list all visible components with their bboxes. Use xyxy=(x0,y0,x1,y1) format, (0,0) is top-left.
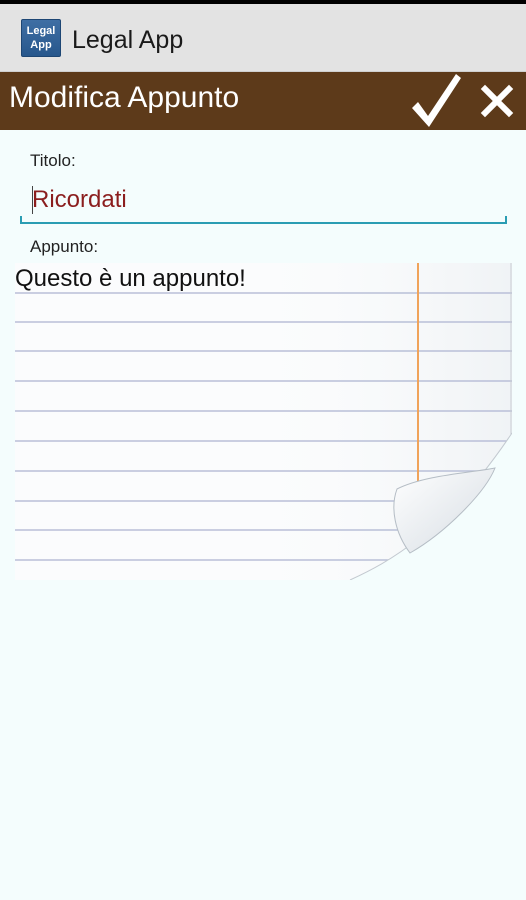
note-label: Appunto: xyxy=(30,237,99,256)
title-label: Titolo: xyxy=(30,151,76,170)
app-logo-line1: Legal xyxy=(26,25,56,37)
edit-header: Modifica Appunto xyxy=(0,72,526,130)
page-title: Modifica Appunto xyxy=(9,81,240,114)
input-bracket-left xyxy=(20,216,22,224)
action-bar: Legal App Legal App xyxy=(0,4,526,72)
text-cursor xyxy=(32,186,33,214)
app-logo: Legal App xyxy=(21,19,61,57)
title-input[interactable] xyxy=(20,178,507,224)
input-bracket-right xyxy=(505,216,507,224)
confirm-button[interactable] xyxy=(404,72,466,130)
app-logo-line2: App xyxy=(30,39,52,51)
close-icon xyxy=(480,84,514,118)
app-title: Legal App xyxy=(72,26,184,54)
checkmark-icon xyxy=(412,74,461,127)
cancel-button[interactable] xyxy=(474,78,520,124)
note-textarea[interactable]: Questo è un appunto! xyxy=(15,264,505,580)
title-field-wrapper xyxy=(20,178,507,224)
